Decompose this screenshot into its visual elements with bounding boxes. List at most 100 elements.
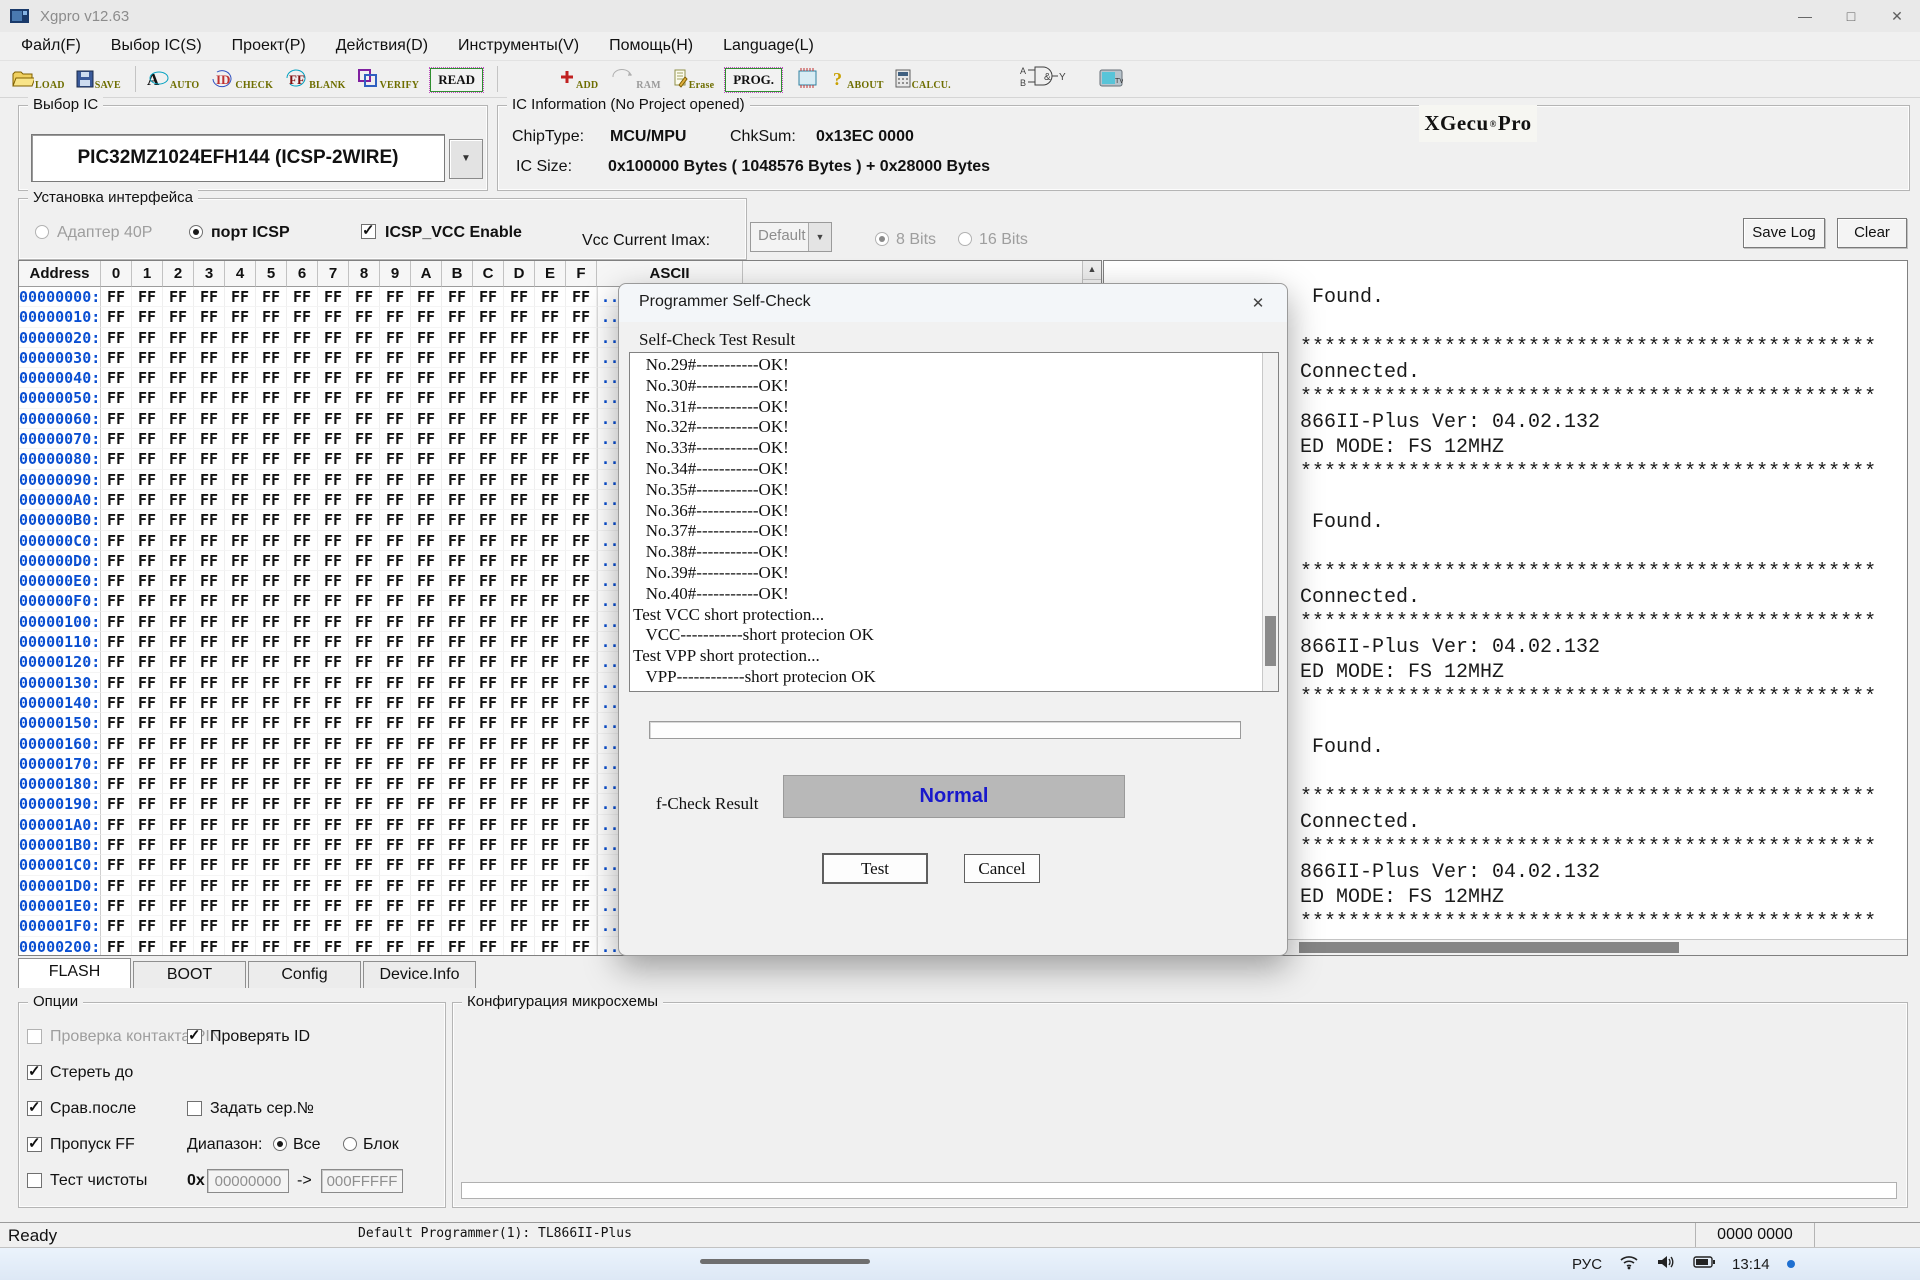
hex-byte-cell[interactable]: FF — [194, 449, 225, 469]
hex-byte-cell[interactable]: FF — [349, 815, 380, 835]
hex-byte-cell[interactable]: FF — [225, 693, 256, 713]
hex-byte-cell[interactable]: FF — [163, 287, 194, 307]
hex-byte-cell[interactable]: FF — [287, 734, 318, 754]
hex-byte-cell[interactable]: FF — [535, 632, 566, 652]
hex-byte-cell[interactable]: FF — [163, 713, 194, 733]
hex-byte-cell[interactable]: FF — [442, 409, 473, 429]
hex-byte-cell[interactable]: FF — [442, 652, 473, 672]
hex-byte-cell[interactable]: FF — [504, 652, 535, 672]
hex-byte-cell[interactable]: FF — [504, 693, 535, 713]
hex-byte-cell[interactable]: FF — [101, 470, 132, 490]
hex-byte-cell[interactable]: FF — [318, 835, 349, 855]
save-log-button[interactable]: Save Log — [1743, 218, 1825, 248]
hex-byte-cell[interactable]: FF — [163, 632, 194, 652]
hex-byte-cell[interactable]: FF — [473, 734, 504, 754]
hex-byte-cell[interactable]: FF — [566, 713, 597, 733]
hex-byte-cell[interactable]: FF — [380, 876, 411, 896]
hex-byte-cell[interactable]: FF — [132, 734, 163, 754]
hex-byte-cell[interactable]: FF — [380, 835, 411, 855]
hex-byte-cell[interactable]: FF — [194, 652, 225, 672]
hex-byte-cell[interactable]: FF — [473, 510, 504, 530]
hex-byte-cell[interactable]: FF — [442, 693, 473, 713]
hex-byte-cell[interactable]: FF — [349, 835, 380, 855]
hex-byte-cell[interactable]: FF — [132, 713, 163, 733]
hex-byte-cell[interactable]: FF — [535, 693, 566, 713]
hex-byte-cell[interactable]: FF — [473, 287, 504, 307]
hex-byte-cell[interactable]: FF — [287, 835, 318, 855]
tv-button[interactable]: TV — [1099, 65, 1123, 93]
hex-byte-cell[interactable]: FF — [504, 937, 535, 956]
adapter-40p-radio[interactable] — [35, 225, 49, 239]
pin-check-checkbox[interactable] — [27, 1029, 42, 1044]
hex-byte-cell[interactable]: FF — [163, 896, 194, 916]
hex-byte-cell[interactable]: FF — [411, 673, 442, 693]
hex-byte-cell[interactable]: FF — [535, 591, 566, 611]
skip-ff-checkbox[interactable] — [27, 1137, 42, 1152]
hex-byte-cell[interactable]: FF — [411, 693, 442, 713]
hex-byte-cell[interactable]: FF — [566, 734, 597, 754]
hex-byte-cell[interactable]: FF — [101, 591, 132, 611]
hex-byte-cell[interactable]: FF — [287, 328, 318, 348]
hex-byte-cell[interactable]: FF — [535, 571, 566, 591]
hex-byte-cell[interactable]: FF — [101, 673, 132, 693]
hex-byte-cell[interactable]: FF — [411, 510, 442, 530]
hex-byte-cell[interactable]: FF — [132, 510, 163, 530]
hex-byte-cell[interactable]: FF — [349, 348, 380, 368]
hex-byte-cell[interactable]: FF — [256, 835, 287, 855]
hex-byte-cell[interactable]: FF — [101, 896, 132, 916]
hex-byte-cell[interactable]: FF — [256, 551, 287, 571]
hex-byte-cell[interactable]: FF — [101, 551, 132, 571]
hex-byte-cell[interactable]: FF — [101, 713, 132, 733]
hex-byte-cell[interactable]: FF — [194, 531, 225, 551]
hex-byte-cell[interactable]: FF — [287, 409, 318, 429]
hex-byte-cell[interactable]: FF — [101, 632, 132, 652]
hex-byte-cell[interactable]: FF — [194, 774, 225, 794]
hex-byte-cell[interactable]: FF — [225, 409, 256, 429]
hex-byte-cell[interactable]: FF — [566, 612, 597, 632]
hex-byte-cell[interactable]: FF — [349, 916, 380, 936]
hex-byte-cell[interactable]: FF — [535, 937, 566, 956]
hex-byte-cell[interactable]: FF — [473, 835, 504, 855]
hex-byte-cell[interactable]: FF — [318, 693, 349, 713]
hex-byte-cell[interactable]: FF — [132, 490, 163, 510]
hex-byte-cell[interactable]: FF — [566, 652, 597, 672]
hex-byte-cell[interactable]: FF — [473, 815, 504, 835]
hex-byte-cell[interactable]: FF — [287, 368, 318, 388]
hex-byte-cell[interactable]: FF — [194, 896, 225, 916]
hex-byte-cell[interactable]: FF — [163, 470, 194, 490]
hex-byte-cell[interactable]: FF — [442, 287, 473, 307]
dialog-scrollbar[interactable] — [1262, 353, 1278, 691]
hex-byte-cell[interactable]: FF — [101, 612, 132, 632]
hex-byte-cell[interactable]: FF — [194, 632, 225, 652]
hex-byte-cell[interactable]: FF — [225, 287, 256, 307]
hex-byte-cell[interactable]: FF — [504, 876, 535, 896]
hex-byte-cell[interactable]: FF — [318, 754, 349, 774]
hex-byte-cell[interactable]: FF — [504, 754, 535, 774]
hex-byte-cell[interactable]: FF — [442, 835, 473, 855]
hex-byte-cell[interactable]: FF — [535, 388, 566, 408]
hex-byte-cell[interactable]: FF — [473, 531, 504, 551]
hex-byte-cell[interactable]: FF — [566, 632, 597, 652]
hex-byte-cell[interactable]: FF — [411, 490, 442, 510]
hex-byte-cell[interactable]: FF — [349, 774, 380, 794]
vcc-current-dropdown[interactable]: Default ▼ — [750, 222, 832, 252]
hex-byte-cell[interactable]: FF — [132, 348, 163, 368]
bits16-radio[interactable] — [958, 232, 972, 246]
notification-dot-icon[interactable] — [1787, 1260, 1795, 1268]
hex-byte-cell[interactable]: FF — [132, 328, 163, 348]
hex-byte-cell[interactable]: FF — [256, 876, 287, 896]
hex-byte-cell[interactable]: FF — [194, 612, 225, 632]
hex-byte-cell[interactable]: FF — [101, 734, 132, 754]
close-icon[interactable]: ✕ — [1874, 0, 1920, 32]
hex-byte-cell[interactable]: FF — [535, 896, 566, 916]
hex-byte-cell[interactable]: FF — [101, 754, 132, 774]
hex-byte-cell[interactable]: FF — [318, 388, 349, 408]
hex-byte-cell[interactable]: FF — [535, 551, 566, 571]
hex-byte-cell[interactable]: FF — [256, 571, 287, 591]
hex-byte-cell[interactable]: FF — [132, 388, 163, 408]
hex-byte-cell[interactable]: FF — [349, 591, 380, 611]
hex-byte-cell[interactable]: FF — [411, 287, 442, 307]
hex-byte-cell[interactable]: FF — [132, 470, 163, 490]
hex-byte-cell[interactable]: FF — [535, 470, 566, 490]
hex-byte-cell[interactable]: FF — [318, 591, 349, 611]
